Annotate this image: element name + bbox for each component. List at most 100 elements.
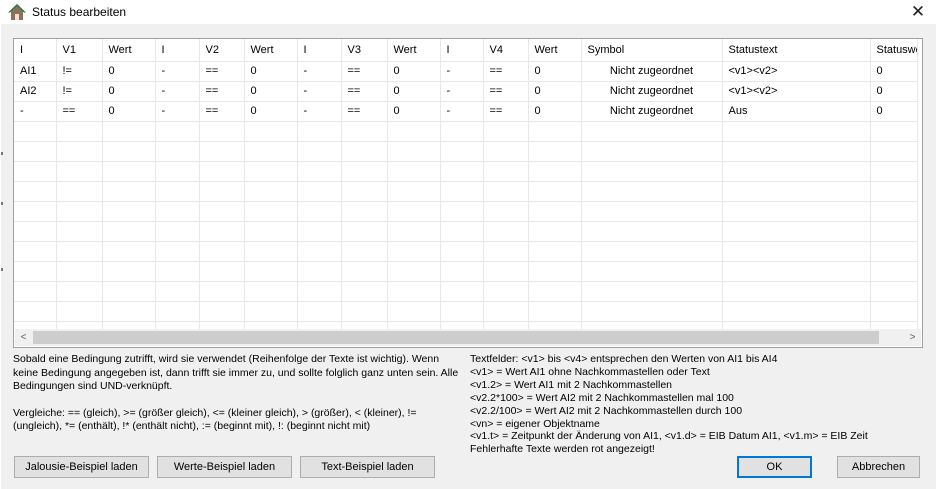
table-cell[interactable]: 0: [387, 61, 441, 82]
table-cell[interactable]: [483, 241, 529, 262]
table-cell[interactable]: [483, 141, 529, 162]
table-cell[interactable]: [528, 121, 582, 142]
table-cell[interactable]: [155, 301, 200, 322]
table-cell[interactable]: [722, 141, 871, 162]
table-cell[interactable]: [722, 261, 871, 282]
table-cell[interactable]: [528, 281, 582, 302]
table-cell[interactable]: [56, 261, 103, 282]
table-cell[interactable]: [102, 281, 156, 302]
table-cell[interactable]: [155, 121, 200, 142]
table-cell[interactable]: [387, 181, 441, 202]
empty-row[interactable]: [14, 181, 918, 202]
table-cell[interactable]: ==: [341, 61, 388, 82]
table-cell[interactable]: [387, 141, 441, 162]
column-header[interactable]: Wert: [528, 39, 582, 62]
table-cell[interactable]: [483, 121, 529, 142]
table-cell[interactable]: [870, 141, 918, 162]
table-cell[interactable]: [102, 241, 156, 262]
table-cell[interactable]: [341, 141, 388, 162]
table-cell[interactable]: [440, 201, 484, 222]
table-cell[interactable]: [102, 161, 156, 182]
table-cell[interactable]: [722, 221, 871, 242]
table-cell[interactable]: [722, 301, 871, 322]
table-cell[interactable]: [244, 261, 298, 282]
table-cell[interactable]: [581, 281, 723, 302]
table-cell[interactable]: [387, 261, 441, 282]
table-cell[interactable]: [244, 221, 298, 242]
load-text-example-button[interactable]: Text-Beispiel laden: [300, 456, 435, 478]
table-cell[interactable]: [440, 281, 484, 302]
column-header[interactable]: V3: [341, 39, 388, 62]
table-cell[interactable]: [581, 261, 723, 282]
table-cell[interactable]: [199, 121, 245, 142]
table-cell[interactable]: [155, 241, 200, 262]
table-cell[interactable]: [870, 261, 918, 282]
table-cell[interactable]: [581, 201, 723, 222]
table-cell[interactable]: [341, 281, 388, 302]
table-cell[interactable]: [387, 161, 441, 182]
cancel-button[interactable]: Abbrechen: [837, 456, 920, 478]
table-cell[interactable]: [56, 161, 103, 182]
table-cell[interactable]: [870, 221, 918, 242]
table-cell[interactable]: AI1: [14, 61, 57, 82]
table-cell[interactable]: [102, 181, 156, 202]
table-cell[interactable]: [14, 201, 57, 222]
table-cell[interactable]: -: [155, 61, 200, 82]
table-cell[interactable]: [199, 241, 245, 262]
table-cell[interactable]: ==: [56, 101, 103, 122]
table-cell[interactable]: [722, 181, 871, 202]
table-cell[interactable]: -: [297, 101, 342, 122]
table-cell[interactable]: 0: [244, 61, 298, 82]
table-cell[interactable]: !=: [56, 81, 103, 102]
table-cell[interactable]: [387, 241, 441, 262]
table-row[interactable]: AI1 != 0- == 0- == 0- == 0 Nicht zugeordnet <v1><v…: [14, 61, 918, 82]
table-cell[interactable]: -: [297, 61, 342, 82]
table-cell[interactable]: [870, 201, 918, 222]
table-cell[interactable]: [581, 141, 723, 162]
table-cell[interactable]: [528, 221, 582, 242]
table-cell[interactable]: -: [440, 81, 484, 102]
table-cell[interactable]: [244, 301, 298, 322]
table-cell[interactable]: [528, 261, 582, 282]
table-cell[interactable]: Nicht zugeordnet: [581, 101, 723, 122]
table-cell[interactable]: [297, 181, 342, 202]
close-button[interactable]: ✕: [900, 0, 936, 24]
table-cell[interactable]: [440, 181, 484, 202]
column-header[interactable]: V2: [199, 39, 245, 62]
table-cell[interactable]: [155, 281, 200, 302]
table-cell[interactable]: [199, 261, 245, 282]
status-grid[interactable]: I V1 Wert I V2 Wert I V3 Wert I V4 Wert Symbol Status…: [13, 38, 923, 348]
empty-row[interactable]: [14, 161, 918, 182]
table-cell[interactable]: [440, 161, 484, 182]
table-cell[interactable]: [56, 301, 103, 322]
table-cell[interactable]: 0: [870, 81, 918, 102]
table-cell[interactable]: Nicht zugeordnet: [581, 61, 723, 82]
table-cell[interactable]: [870, 301, 918, 322]
table-cell[interactable]: [244, 281, 298, 302]
table-cell[interactable]: [102, 121, 156, 142]
scroll-left-arrow-icon[interactable]: <: [15, 329, 32, 346]
column-header[interactable]: Wert: [102, 39, 156, 62]
table-cell[interactable]: -: [14, 101, 57, 122]
table-row[interactable]: - == 0- == 0- == 0- == 0 Nicht zugeordnet Aus 0: [14, 101, 918, 122]
table-cell[interactable]: [199, 201, 245, 222]
table-cell[interactable]: 0: [387, 81, 441, 102]
column-header[interactable]: V1: [56, 39, 103, 62]
column-header[interactable]: I: [440, 39, 484, 62]
table-cell[interactable]: [870, 181, 918, 202]
table-cell[interactable]: [722, 201, 871, 222]
table-cell[interactable]: [870, 161, 918, 182]
table-cell[interactable]: [244, 201, 298, 222]
table-cell[interactable]: [297, 261, 342, 282]
table-cell[interactable]: ==: [341, 81, 388, 102]
table-cell[interactable]: [14, 161, 57, 182]
table-cell[interactable]: 0: [102, 81, 156, 102]
table-cell[interactable]: [56, 201, 103, 222]
table-cell[interactable]: ==: [199, 101, 245, 122]
load-values-example-button[interactable]: Werte-Beispiel laden: [157, 456, 292, 478]
table-cell[interactable]: [581, 301, 723, 322]
table-cell[interactable]: [199, 221, 245, 242]
column-header[interactable]: V4: [483, 39, 529, 62]
table-cell[interactable]: [14, 261, 57, 282]
table-cell[interactable]: [244, 121, 298, 142]
